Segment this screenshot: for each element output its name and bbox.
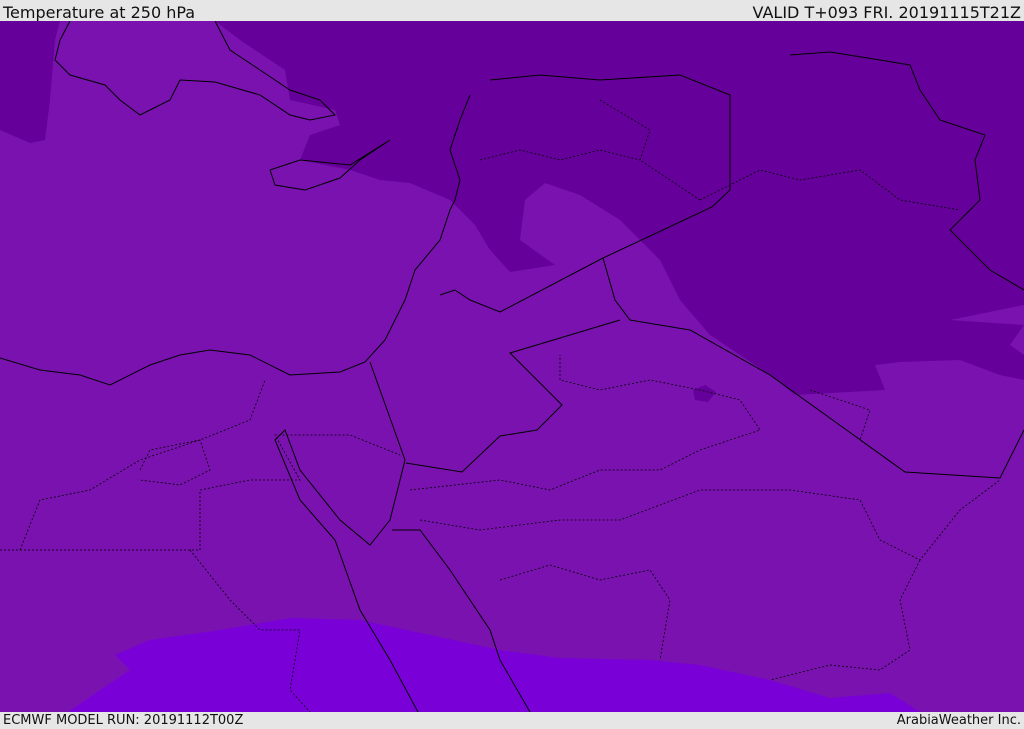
- footer-bar: ECMWF MODEL RUN: 20191112T00Z ArabiaWeat…: [0, 712, 1024, 729]
- valid-time: VALID T+093 FRI. 20191115T21Z: [752, 3, 1021, 22]
- credit: ArabiaWeather Inc.: [896, 713, 1021, 728]
- map-title: Temperature at 250 hPa: [3, 3, 196, 22]
- temperature-map: [0, 21, 1024, 712]
- header-bar: Temperature at 250 hPa VALID T+093 FRI. …: [0, 0, 1024, 22]
- model-run: ECMWF MODEL RUN: 20191112T00Z: [3, 713, 244, 728]
